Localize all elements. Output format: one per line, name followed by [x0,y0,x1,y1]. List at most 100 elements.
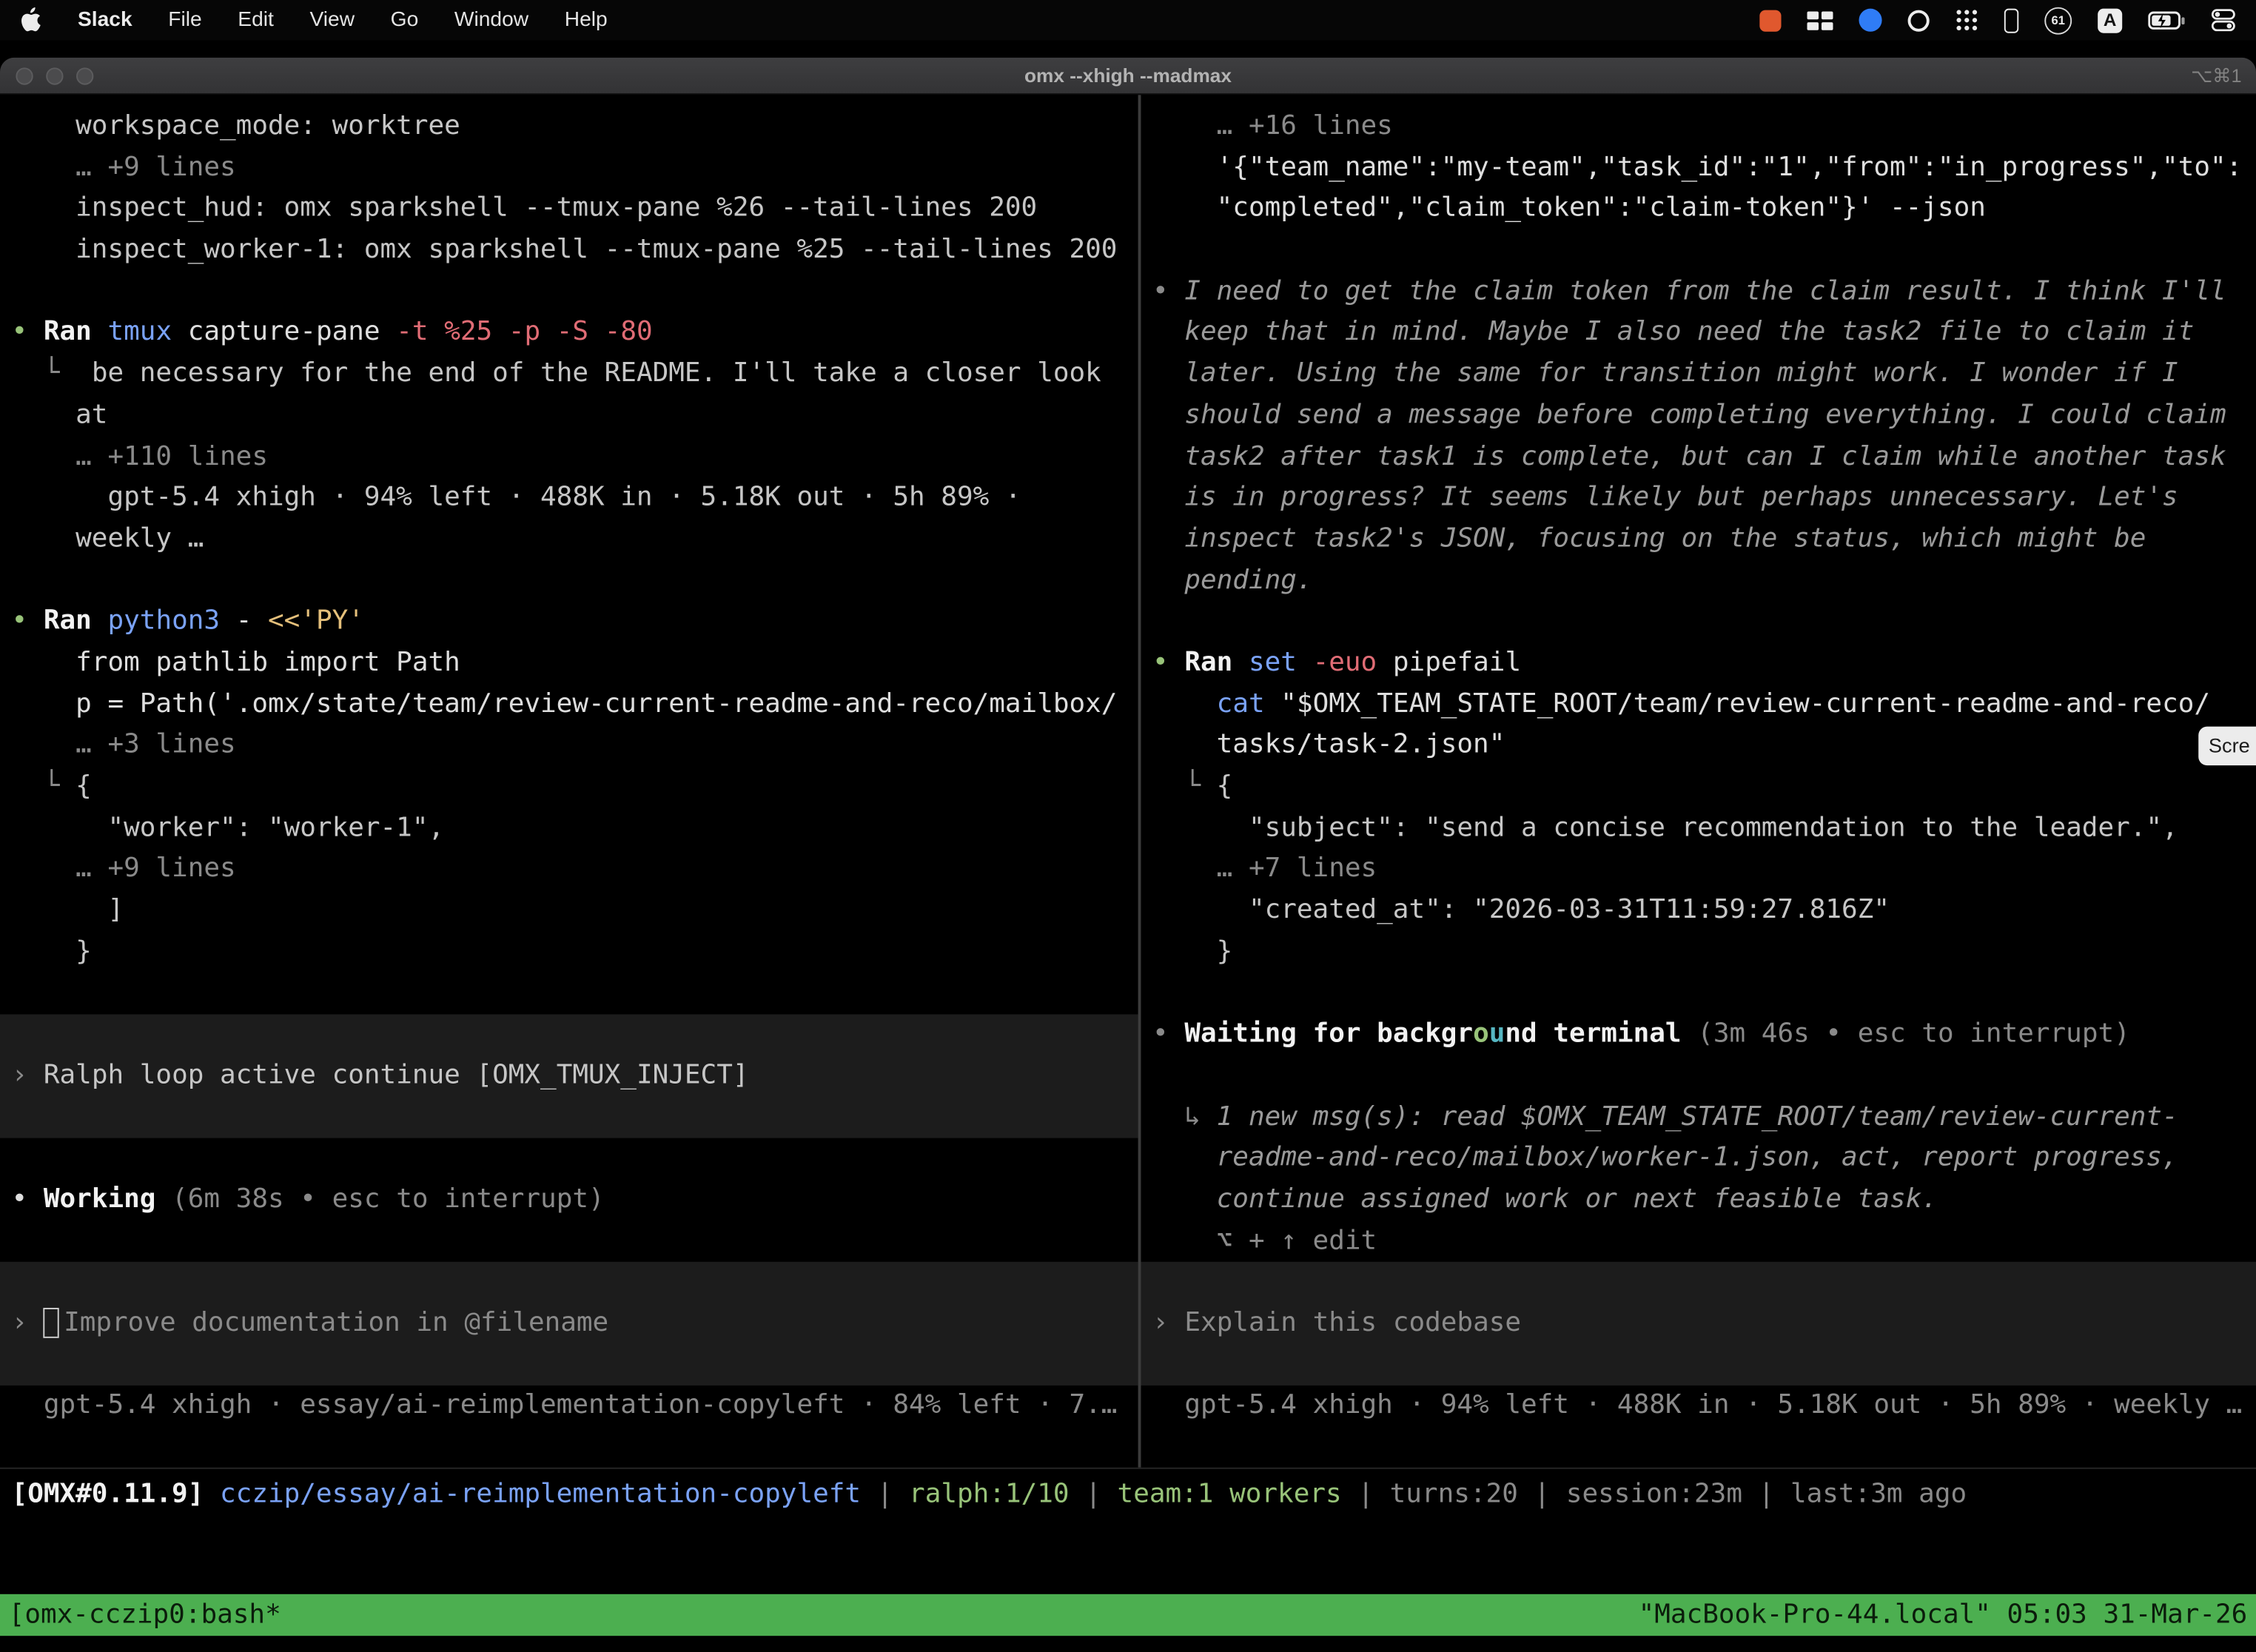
zoom-button[interactable] [76,67,93,84]
terminal-line [1152,973,2256,1015]
terminal-text-segment: nd terminal [1505,1019,1697,1050]
prompt-box[interactable]: › Explain this codebase [1141,1262,2256,1386]
traffic-lights [0,67,93,84]
terminal-window: omx --xhigh --madmax ⌥⌘1 workspace_mode:… [0,58,2256,1652]
terminal-text-segment: "completed","claim_token":"claim-token"}… [1152,193,1986,224]
terminal-text-segment: capture-pane [188,318,396,348]
dots-grid-icon[interactable] [1955,9,1978,32]
terminal-text-segment: } [12,936,92,967]
terminal-text-segment: tasks/task-2.json" [1152,730,1505,760]
menu-edit[interactable]: Edit [238,9,274,32]
terminal-line: "subject": "send a concise recommendatio… [1152,808,2256,850]
input-source-label: A [2104,10,2117,30]
terminal-text-segment: › [1152,1308,1184,1338]
terminal-text-segment: | [1070,1479,1118,1509]
terminal-text-segment: weekly … [12,523,204,554]
terminal-text-segment: workspace_mode: worktree [12,111,460,141]
terminal-line: • Ran tmux capture-pane -t %25 -p -S -80 [12,313,1138,355]
terminal-line: '{"team_name":"my-team","task_id":"1","f… [1152,148,2256,189]
terminal-text-segment: • [1152,276,1184,306]
terminal-text-segment: - [236,606,268,637]
terminal-text-segment: team:1 workers [1118,1479,1342,1509]
terminal-text-segment: • [12,606,44,637]
terminal-line: … +110 lines [12,437,1138,478]
terminal-line: "completed","claim_token":"claim-token"}… [1152,189,2256,230]
terminal-line: } [12,932,1138,973]
terminal-line: gpt-5.4 xhigh · 94% left · 488K in · 5.1… [12,478,1138,520]
terminal-text-segment: ralph:1/10 [909,1479,1070,1509]
menu-view[interactable]: View [309,9,355,32]
terminal-text-segment: | [861,1479,909,1509]
tmux-pane-left[interactable]: workspace_mode: worktree … +9 lines insp… [0,95,1138,1467]
terminal-line: • Working (6m 38s • esc to interrupt) [12,1180,1138,1221]
prompt-box[interactable]: › Ralph loop active continue [OMX_TMUX_I… [0,1015,1138,1138]
prompt-box[interactable]: › Improve documentation in @filename [0,1262,1138,1386]
terminal-text-segment: task2 after task1 is complete, but can I… [1152,441,2226,471]
text-cursor [44,1308,59,1338]
screen-recording-stop-icon[interactable] [1759,10,1781,31]
menu-bar: Slack File Edit View Go Window Help 61 A [0,0,2256,40]
terminal-text-segment: • [12,318,44,348]
window-grid-icon[interactable] [1807,11,1833,30]
terminal-line: from pathlib import Path [12,643,1138,685]
terminal-text-segment: … +9 lines [12,152,236,182]
minimize-button[interactable] [46,67,63,84]
terminal-text-segment: gpt-5.4 xhigh · 94% left · 488K in · 5.1… [12,483,1021,513]
blue-app-icon[interactable] [1859,9,1881,32]
display-mirroring-icon[interactable] [2004,8,2018,33]
terminal-line [1152,230,2256,272]
battery-charging-icon[interactable] [2148,11,2186,30]
terminal-text-segment: Ran [1184,648,1249,678]
terminal-text-segment: pending. [1152,565,1313,595]
terminal-text-segment: '{"team_name":"my-team","task_id":"1","f… [1152,152,2242,182]
terminal-line: readme-and-reco/mailbox/worker-1.json, a… [1152,1138,2256,1180]
terminal-text-segment: inspect task2's JSON, focusing on the st… [1152,523,2146,554]
terminal-text-segment: continue assigned work or next feasible … [1152,1184,1938,1215]
menu-go[interactable]: Go [391,9,419,32]
menu-app-name[interactable]: Slack [78,9,132,32]
terminal-text-segment: ] [12,895,124,925]
terminal-text-segment: (3m 46s • esc to interrupt) [1697,1019,2130,1050]
terminal-line: cat "$OMX_TEAM_STATE_ROOT/team/review-cu… [1152,685,2256,726]
terminal-text-segment: { [1217,771,1233,802]
terminal-text-segment: at [12,400,108,430]
terminal-line: gpt-5.4 xhigh · 94% left · 488K in · 5.1… [1152,1386,2256,1428]
close-button[interactable] [16,67,33,84]
terminal-text-segment: • [1152,1019,1184,1050]
terminal-text-segment: from pathlib import Path [12,648,460,678]
terminal-text-segment: Ran [44,318,108,348]
control-center-icon[interactable] [2212,9,2236,32]
terminal-text-segment: %25 [444,318,508,348]
window-shortcut-hint: ⌥⌘1 [2191,64,2241,87]
circle-app-icon[interactable] [1908,10,1930,31]
terminal-text-segment: "$OMX_TEAM_STATE_ROOT/team/review-curren… [1280,688,2210,719]
terminal-text-segment: is in progress? It seems likely but perh… [1152,483,2178,513]
battery-gauge-value: 61 [2052,13,2065,27]
terminal-text-segment: └ [1152,771,1217,802]
apple-menu-icon[interactable] [20,7,41,33]
menu-file[interactable]: File [168,9,201,32]
menu-help[interactable]: Help [565,9,608,32]
terminal-line: at [12,395,1138,437]
terminal-line: later. Using the same for transition mig… [1152,354,2256,395]
terminal-line: "worker": "worker-1", [12,808,1138,850]
terminal-text-segment: inspect_hud: omx sparkshell --tmux-pane … [12,193,1038,224]
battery-gauge-icon[interactable]: 61 [2044,7,2072,34]
terminal-line: should send a message before completing … [1152,395,2256,437]
input-source-icon[interactable]: A [2098,8,2122,33]
terminal-text-segment: <<'PY' [268,606,364,637]
terminal-line: tasks/task-2.json" [1152,725,2256,767]
terminal-line: pending. [1152,560,2256,602]
tmux-pane-right[interactable]: … +16 lines '{"team_name":"my-team","tas… [1141,95,2256,1467]
window-titlebar[interactable]: omx --xhigh --madmax ⌥⌘1 [0,58,2256,95]
terminal-line [12,560,1138,602]
terminal-text-segment: p = Path('.omx/state/team/review-current… [12,688,1118,719]
terminal-text-segment: Working [44,1184,172,1215]
terminal-text-segment: inspect_worker-1: omx sparkshell --tmux-… [12,235,1118,265]
terminal-line: continue assigned work or next feasible … [1152,1180,2256,1221]
terminal-text-segment: u [1489,1019,1505,1050]
terminal-text-segment: "worker": "worker-1", [12,813,445,843]
terminal-text-segment: Ralph loop active continue [OMX_TMUX_INJ… [44,1061,749,1091]
menu-window[interactable]: Window [454,9,528,32]
tmux-status-bar: [omx-cczip0:bash* "MacBook-Pro-44.local"… [0,1594,2256,1636]
